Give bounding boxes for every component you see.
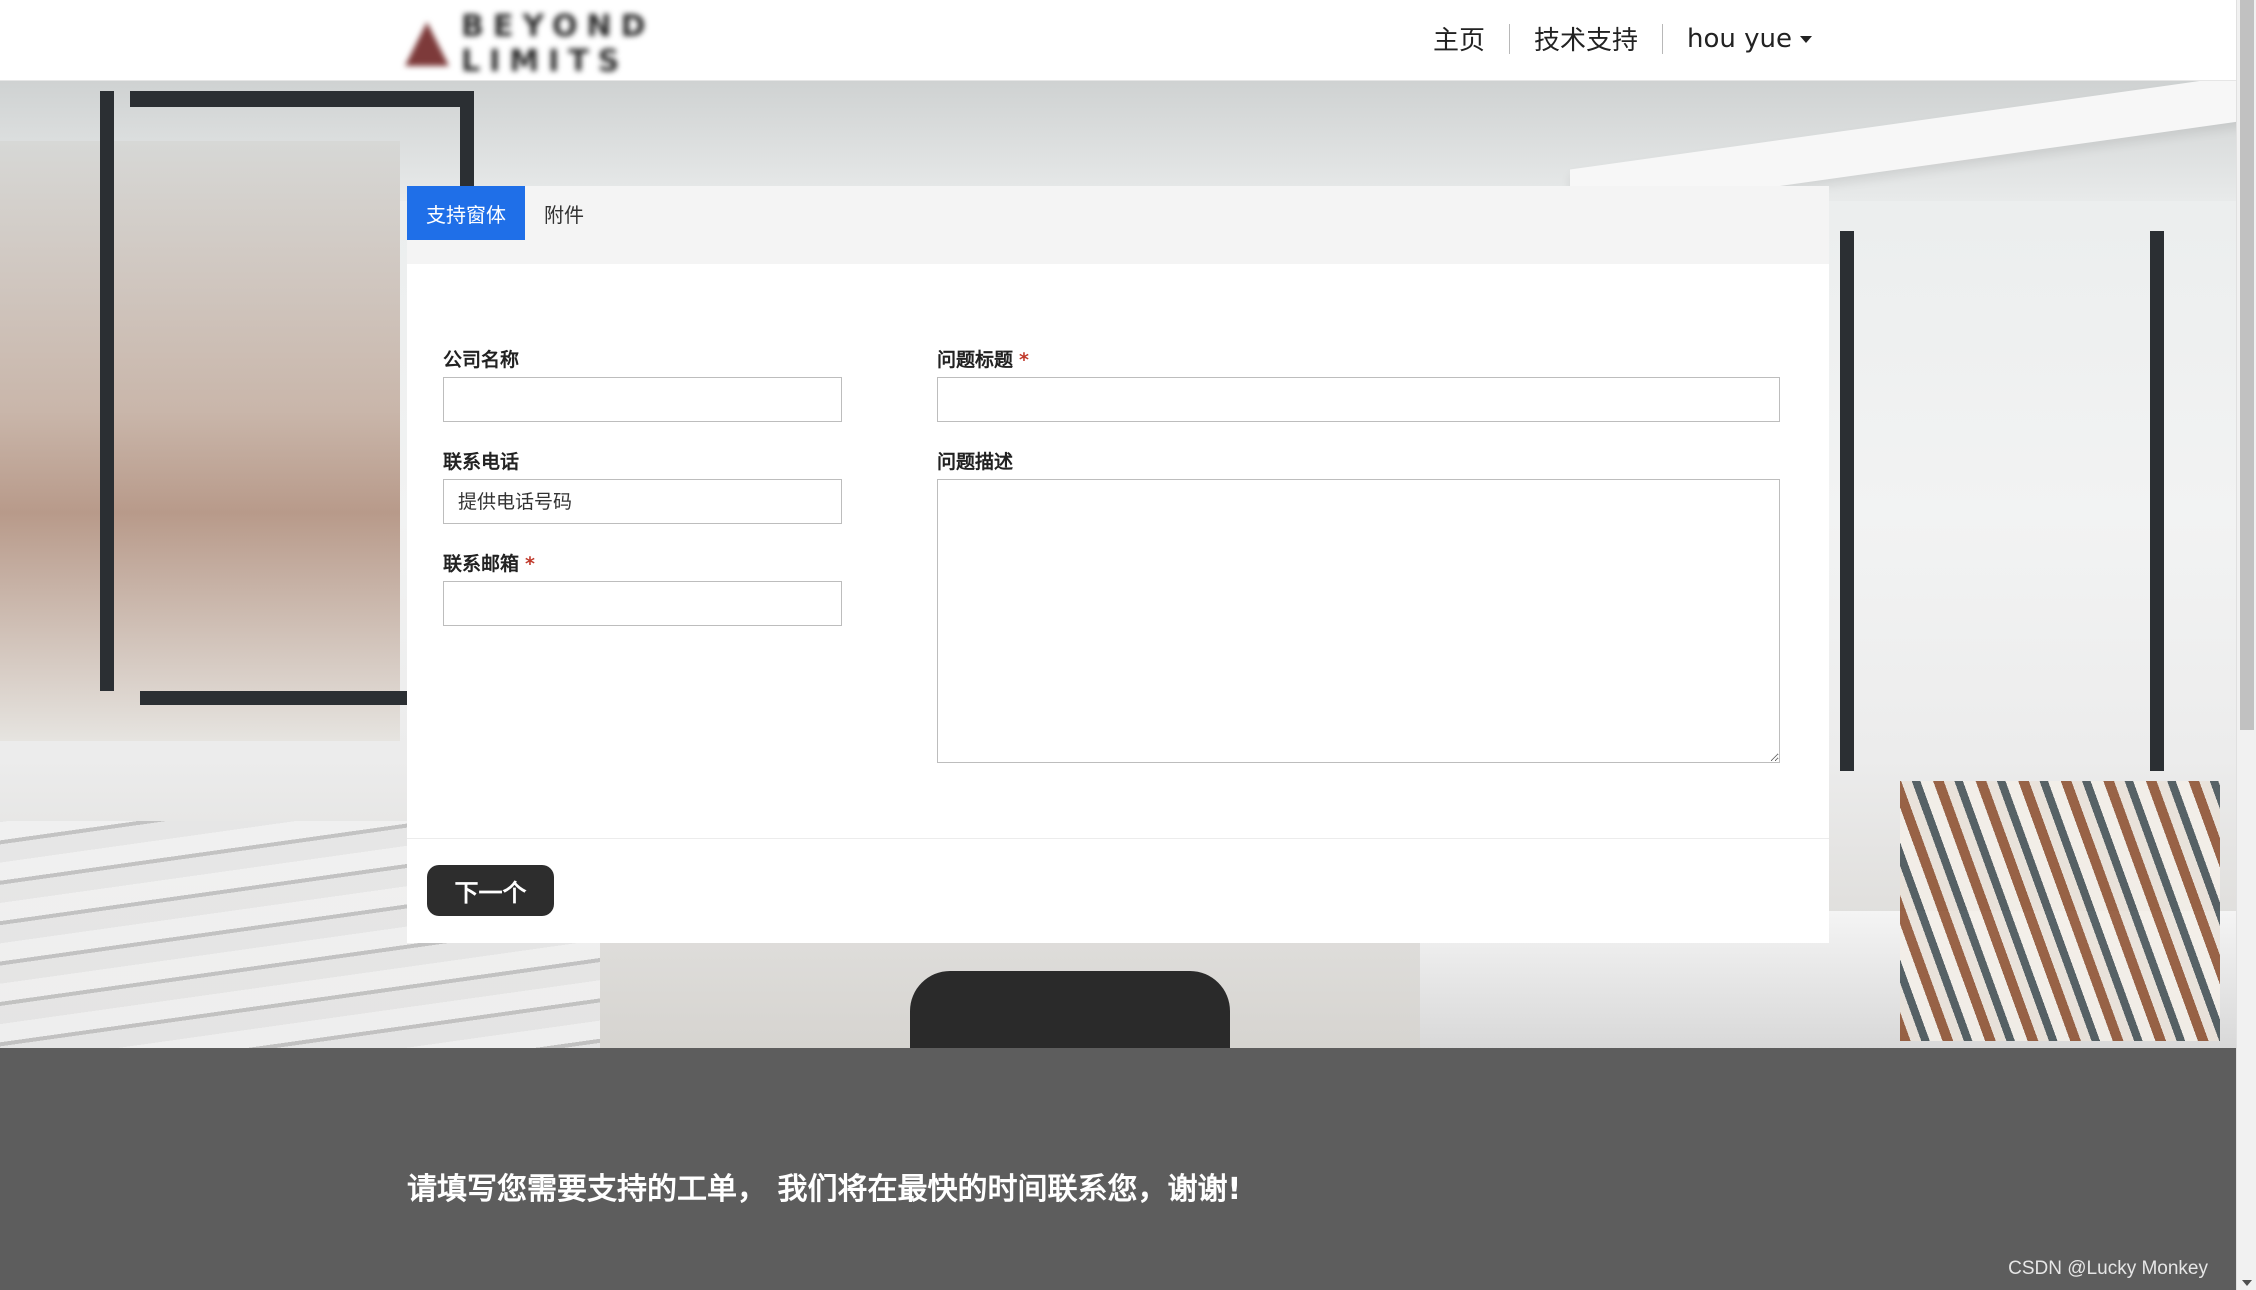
user-name: hou yue: [1687, 23, 1792, 54]
footer-message: 请填写您需要支持的工单， 我们将在最快的时间联系您，谢谢!: [407, 1172, 1242, 1207]
hero-chair: [910, 971, 1230, 1048]
company-label: 公司名称: [443, 345, 519, 372]
email-input[interactable]: [443, 581, 842, 626]
description-label-text: 问题描述: [937, 451, 1014, 473]
phone-input[interactable]: [443, 479, 842, 524]
required-mark: *: [1019, 349, 1029, 371]
scrollbar-thumb[interactable]: [2240, 0, 2254, 730]
hero-binders: [1900, 781, 2220, 1041]
next-button[interactable]: 下一个: [427, 865, 554, 916]
company-input[interactable]: [443, 377, 842, 422]
hero-window-frame: [2150, 231, 2164, 771]
page-scrollbar[interactable]: [2236, 0, 2256, 1290]
phone-label: 联系电话: [443, 447, 519, 474]
watermark: CSDN @Lucky Monkey: [2008, 1258, 2208, 1279]
email-label-text: 联系邮箱: [443, 553, 520, 575]
caret-down-icon: [1800, 35, 1812, 43]
form-body: 公司名称 联系电话 联系邮箱* 问题标题* 问题描述: [407, 264, 1829, 838]
main-nav: 主页 技术支持 hou yue: [1409, 20, 1836, 57]
phone-label-text: 联系电话: [443, 451, 520, 473]
subject-input[interactable]: [937, 377, 1780, 422]
hero-brick-wall: [0, 141, 400, 741]
support-form-panel: 支持窗体 附件 公司名称 联系电话 联系邮箱* 问题标题* 问题描述 下一个: [407, 186, 1829, 943]
hero-window-frame: [100, 91, 114, 691]
company-label-text: 公司名称: [443, 349, 520, 371]
subject-label-text: 问题标题: [937, 349, 1014, 371]
subject-label: 问题标题 *: [937, 345, 1029, 372]
description-label: 问题描述: [937, 447, 1013, 474]
page-footer: 请填写您需要支持的工单， 我们将在最快的时间联系您，谢谢! CSDN @Luck…: [0, 1048, 2236, 1290]
brand-logo[interactable]: BEYOND LIMITS: [405, 9, 765, 79]
tab-attachments[interactable]: 附件: [525, 186, 603, 240]
required-mark: *: [525, 553, 535, 575]
form-tabs: 支持窗体 附件: [407, 186, 1829, 264]
tab-support-form[interactable]: 支持窗体: [407, 186, 525, 240]
logo-triangle-icon: [405, 22, 449, 66]
nav-support[interactable]: 技术支持: [1510, 20, 1662, 57]
description-textarea[interactable]: [937, 479, 1780, 763]
hero-window-frame: [130, 91, 470, 107]
scroll-down-arrow-icon[interactable]: [2242, 1280, 2252, 1286]
top-header: BEYOND LIMITS 主页 技术支持 hou yue: [0, 0, 2236, 81]
nav-user-menu[interactable]: hou yue: [1663, 24, 1836, 54]
nav-home[interactable]: 主页: [1409, 20, 1509, 57]
form-footer: 下一个: [407, 838, 1829, 943]
logo-text: BEYOND LIMITS: [461, 9, 655, 79]
email-label: 联系邮箱 *: [443, 549, 535, 576]
hero-window-frame: [1840, 231, 1854, 771]
